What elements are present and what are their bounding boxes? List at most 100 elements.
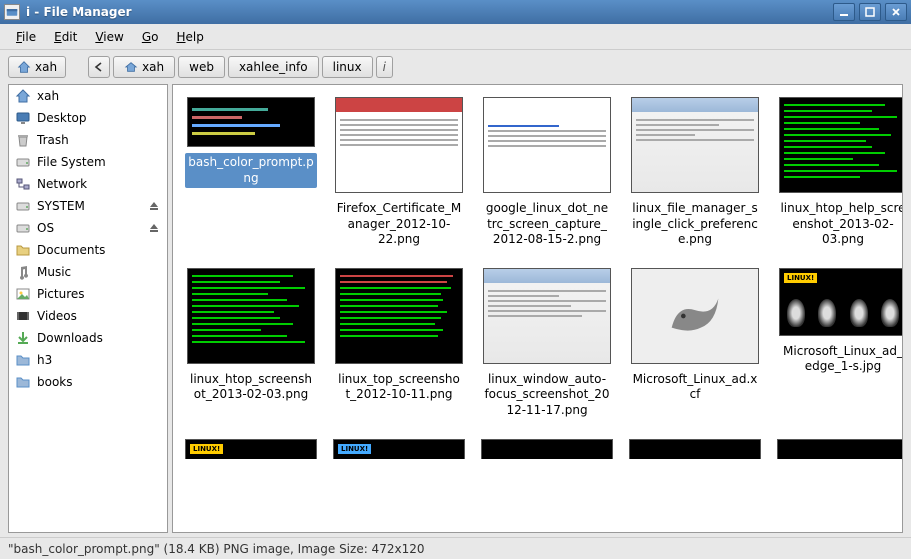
breadcrumb-segment-1[interactable]: web [178,56,225,78]
file-item[interactable]: linux_htop_screenshot_2013-02-03.png [185,268,317,421]
thumbnail [483,97,611,193]
file-label: linux_file_manager_single_click_preferen… [629,199,761,250]
sidebar-item-label: Documents [37,243,161,257]
file-item[interactable]: linux_top_screenshot_2012-10-11.png [333,268,465,421]
sidebar-item-label: Music [37,265,161,279]
thumbnail[interactable] [481,439,613,459]
sidebar-item-label: OS [37,221,141,235]
breadcrumb: xah web xahlee_info linux i [88,56,393,78]
menu-view[interactable]: View [87,26,131,48]
thumbnail [631,268,759,364]
desktop-icon [15,110,31,126]
file-label: Firefox_Certificate_Manager_2012-10-22.p… [333,199,465,250]
sidebar-item-label: Pictures [37,287,161,301]
breadcrumb-segment-2[interactable]: xahlee_info [228,56,319,78]
thumbnail[interactable] [629,439,761,459]
sidebar-item-documents[interactable]: Documents [9,239,167,261]
menu-edit[interactable]: Edit [46,26,85,48]
sidebar-item-filesystem[interactable]: File System [9,151,167,173]
menu-help[interactable]: Help [168,26,211,48]
file-item[interactable]: bash_color_prompt.png [185,97,317,250]
sidebar-item-network[interactable]: Network [9,173,167,195]
thumbnail [187,268,315,364]
sidebar-item-label: Downloads [37,331,161,345]
sidebar: xah Desktop Trash File System Network SY… [8,84,168,533]
sidebar-item-pictures[interactable]: Pictures [9,283,167,305]
sidebar-item-label: Videos [37,309,161,323]
drive-icon [15,220,31,236]
sidebar-item-downloads[interactable]: Downloads [9,327,167,349]
music-icon [15,264,31,280]
sidebar-item-home[interactable]: xah [9,85,167,107]
sidebar-item-books[interactable]: books [9,371,167,393]
folder-icon [15,242,31,258]
minimize-button[interactable] [833,3,855,21]
drive-icon [15,198,31,214]
sidebar-item-desktop[interactable]: Desktop [9,107,167,129]
statusbar: "bash_color_prompt.png" (18.4 KB) PNG im… [0,537,911,559]
home-button[interactable]: xah [8,56,66,78]
thumbnail [335,97,463,193]
thumbnail [335,268,463,364]
sidebar-item-h3[interactable]: h3 [9,349,167,371]
file-label: google_linux_dot_netrc_screen_capture_20… [481,199,613,250]
home-icon [15,88,31,104]
pictures-icon [15,286,31,302]
sidebar-item-os[interactable]: OS [9,217,167,239]
download-icon [15,330,31,346]
sidebar-item-label: File System [37,155,161,169]
breadcrumb-segment-0[interactable]: xah [113,56,175,78]
sidebar-item-music[interactable]: Music [9,261,167,283]
thumbnail [187,97,315,147]
breadcrumb-segment-4[interactable]: i [376,56,393,78]
window-icon [4,4,20,20]
file-item[interactable]: linux_htop_help_screenshot_2013-02-03.pn… [777,97,903,250]
file-label: linux_top_screenshot_2012-10-11.png [333,370,465,405]
thumbnail [631,97,759,193]
network-icon [15,176,31,192]
maximize-button[interactable] [859,3,881,21]
status-text: "bash_color_prompt.png" (18.4 KB) PNG im… [8,542,424,556]
breadcrumb-back[interactable] [88,56,110,78]
file-grid[interactable]: bash_color_prompt.png Firefox_Certificat… [172,84,903,533]
breadcrumb-segment-3[interactable]: linux [322,56,373,78]
menu-file[interactable]: File [8,26,44,48]
home-button-label: xah [35,60,57,74]
window-controls [833,3,907,21]
close-button[interactable] [885,3,907,21]
file-item[interactable]: google_linux_dot_netrc_screen_capture_20… [481,97,613,250]
menu-go[interactable]: Go [134,26,167,48]
sidebar-item-label: xah [37,89,161,103]
partial-thumbnail-row: LINUX! LINUX! [185,439,890,459]
sidebar-item-trash[interactable]: Trash [9,129,167,151]
file-label: Microsoft_Linux_ad.xcf [629,370,761,405]
folder-icon [15,374,31,390]
eject-icon[interactable] [147,199,161,213]
file-item[interactable]: Microsoft_Linux_ad.xcf [629,268,761,421]
file-label: linux_htop_help_screenshot_2013-02-03.pn… [777,199,903,250]
window-titlebar: i - File Manager [0,0,911,24]
sidebar-item-label: Network [37,177,161,191]
thumbnail[interactable]: LINUX! [333,439,465,459]
eject-icon[interactable] [147,221,161,235]
folder-icon [15,352,31,368]
file-item[interactable]: LINUX! Microsoft_Linux_ad_edge_1-s.jpg [777,268,903,421]
sidebar-item-system[interactable]: SYSTEM [9,195,167,217]
thumbnail: LINUX! [779,268,903,336]
menubar: File Edit View Go Help [0,24,911,50]
file-item[interactable]: linux_window_auto-focus_screenshot_2012-… [481,268,613,421]
drive-icon [15,154,31,170]
thumbnail [483,268,611,364]
file-label: Microsoft_Linux_ad_edge_1-s.jpg [777,342,903,377]
file-item[interactable]: linux_file_manager_single_click_preferen… [629,97,761,250]
thumbnail[interactable] [777,439,903,459]
sidebar-item-label: books [37,375,161,389]
thumbnail[interactable]: LINUX! [185,439,317,459]
file-label: linux_window_auto-focus_screenshot_2012-… [481,370,613,421]
window-title: i - File Manager [26,5,833,19]
sidebar-item-label: Desktop [37,111,161,125]
sidebar-item-label: Trash [37,133,161,147]
sidebar-item-label: SYSTEM [37,199,141,213]
file-item[interactable]: Firefox_Certificate_Manager_2012-10-22.p… [333,97,465,250]
sidebar-item-videos[interactable]: Videos [9,305,167,327]
